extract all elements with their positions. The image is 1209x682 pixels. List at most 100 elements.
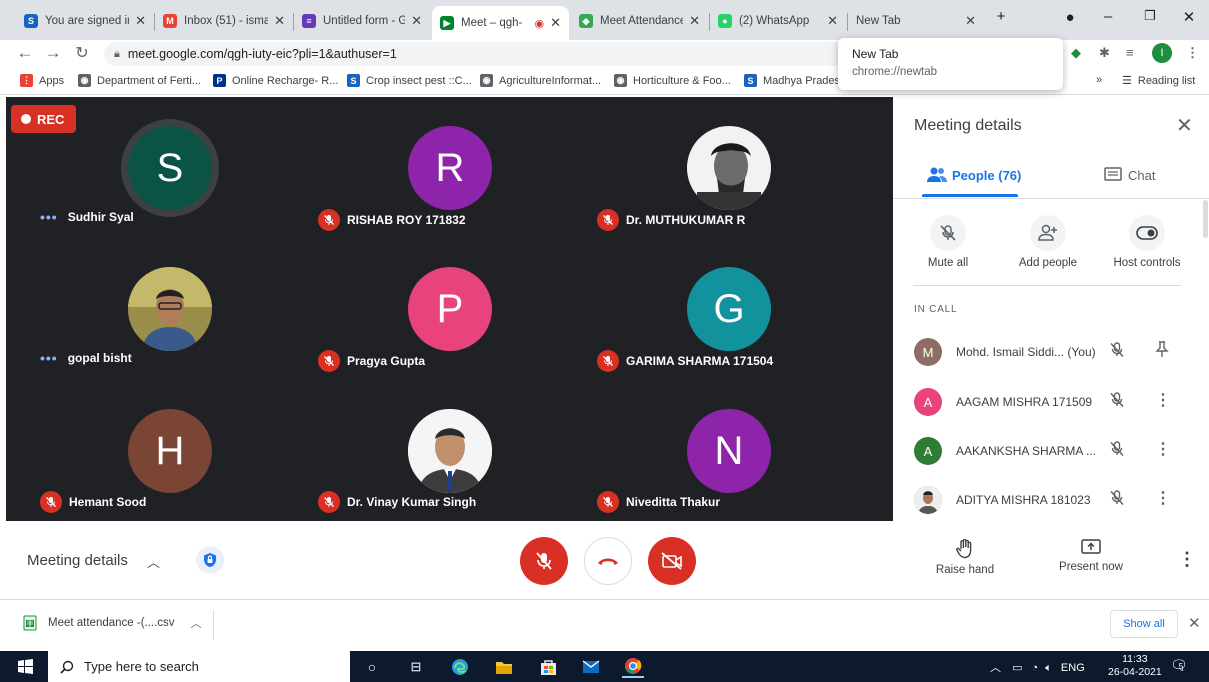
participant-row[interactable]: M Mohd. Ismail Siddi... (You) [893,332,1209,372]
more-options-icon[interactable]: ⋮ [1155,390,1171,410]
task-view-icon[interactable]: ⊟ [405,656,427,678]
participant-row[interactable]: A AAKANKSHA SHARMA ... ⋮ [893,431,1209,471]
tab-2[interactable]: M Inbox (51) - ismai ✕ [155,6,293,36]
download-item[interactable]: Meet attendance -(....csv ︿ [22,615,202,631]
mic-off-icon[interactable] [1108,489,1126,510]
mute-all-button[interactable]: Mute all [900,215,996,269]
close-tab-icon[interactable]: ✕ [550,15,561,31]
close-tab-icon[interactable]: ✕ [827,13,838,29]
add-people-button[interactable]: Add people [1000,215,1096,269]
more-options-icon[interactable]: ⋮ [1155,488,1171,508]
tab-4[interactable]: ▶ Meet – qgh- ◉ ✕ [432,6,569,40]
actions-divider [913,285,1181,286]
rec-label: REC [37,111,65,127]
url-text: meet.google.com/qgh-iuty-eic?pli=1&authu… [127,47,397,61]
store-icon[interactable] [537,656,559,678]
bookmark-item[interactable]: S Madhya Prades [744,74,840,87]
tab-1[interactable]: S You are signed in ✕ [16,6,154,36]
chrome-taskbar-icon[interactable] [622,656,644,678]
participant-name: Pragya Gupta [347,354,426,368]
system-tray: ︿ ▭ ◔ 🔈︎ ENG [990,659,1085,675]
battery-icon[interactable]: ▭ [1012,662,1022,674]
tab-chat[interactable]: Chat [1104,167,1155,183]
download-separator [213,610,214,640]
taskbar-search-box[interactable]: Type here to search [48,651,350,682]
file-explorer-icon[interactable] [493,656,515,678]
reading-list-button[interactable]: ☰ Reading list [1122,74,1195,88]
mic-off-icon[interactable] [1108,391,1126,412]
extensions-puzzle-icon[interactable]: ✱ [1099,45,1110,61]
microphone-toggle-button[interactable] [520,537,568,585]
mic-off-icon [40,491,62,513]
meeting-details-toggle[interactable]: Meeting details [27,552,128,569]
cortana-icon[interactable]: ○ [361,656,383,678]
camera-toggle-button[interactable] [648,537,696,585]
bookmark-item[interactable]: ◉ AgricultureInformat... [480,74,601,87]
shield-lock-icon[interactable] [196,546,224,574]
participant-avatar [914,486,942,514]
bookmarks-overflow-icon[interactable]: » [1096,74,1102,86]
close-tab-icon[interactable]: ✕ [411,13,422,29]
bookmark-item[interactable]: ◉ Horticulture & Foo... [614,74,731,87]
tab-people[interactable]: People (76) [927,167,1021,183]
tab-6[interactable]: ● (2) WhatsApp ✕ [710,6,846,36]
profile-dropdown-icon[interactable]: ● [1056,9,1084,26]
panel-scrollbar[interactable] [1203,200,1208,238]
reload-icon[interactable]: ↻ [71,43,93,63]
mail-icon[interactable] [580,656,602,678]
raise-hand-button[interactable]: Raise hand [930,539,1000,576]
tab-3[interactable]: ≡ Untitled form - G ✕ [294,6,430,36]
toggle-icon [1136,226,1158,240]
show-all-button[interactable]: Show all [1110,610,1178,638]
windows-start-icon[interactable] [18,659,33,677]
people-tab-label: People (76) [952,167,1022,183]
mic-off-icon[interactable] [1108,440,1126,461]
bookmark-label: Madhya Prades [763,74,841,87]
back-icon[interactable]: ← [14,43,36,63]
edge-browser-icon[interactable] [449,656,471,678]
notification-count: 5 [1178,662,1184,671]
close-tab-icon[interactable]: ✕ [274,13,285,29]
bookmark-favicon-icon: ◉ [614,74,627,87]
participant-row[interactable]: ADITYA MISHRA 181023 ⋮ [893,480,1209,520]
language-indicator[interactable]: ENG [1061,662,1085,674]
bookmark-item[interactable]: P Online Recharge- R... [213,74,338,87]
bookmark-item[interactable]: S Crop insect pest ::C... [347,74,472,87]
close-tab-icon[interactable]: ✕ [965,13,976,29]
close-download-bar-icon[interactable]: ✕ [1188,614,1201,632]
chevron-up-icon[interactable]: ︿ [191,615,202,631]
close-tab-icon[interactable]: ✕ [689,13,700,29]
forward-icon[interactable]: → [42,43,64,63]
volume-icon[interactable]: 🔈︎ [1045,662,1052,674]
pin-icon[interactable] [1155,340,1169,363]
system-clock[interactable]: 11:33 26-04-2021 [1108,653,1162,679]
notification-center-icon[interactable]: 🗨︎5 [1170,657,1192,674]
chrome-menu-icon[interactable]: ⋮ [1186,45,1199,61]
tab-5[interactable]: ◆ Meet Attendance ✕ [571,6,708,36]
close-tab-icon[interactable]: ✕ [135,13,146,29]
present-now-button[interactable]: Present now [1055,539,1127,573]
more-options-icon[interactable]: ⋮ [1155,439,1171,459]
more-options-icon[interactable]: ⋮ [1178,549,1196,570]
address-bar[interactable]: 🔒︎ meet.google.com/qgh-iuty-eic?pli=1&au… [104,42,954,66]
media-controls-icon[interactable]: ≡ [1126,45,1134,60]
bookmark-item[interactable]: ◉ Department of Ferti... [78,74,201,87]
bookmark-label: Crop insect pest ::C... [366,74,472,87]
minimize-window-button[interactable]: – [1094,8,1122,25]
profile-avatar[interactable]: I [1152,43,1172,63]
bookmark-item[interactable]: ⋮ Apps [20,74,64,87]
chevron-up-icon[interactable]: ︿ [147,552,160,571]
participant-row[interactable]: A AAGAM MISHRA 171509 ⋮ [893,382,1209,422]
host-controls-button[interactable]: Host controls [1099,215,1195,269]
leave-call-button[interactable] [584,537,632,585]
wifi-icon[interactable]: ◔ [1032,662,1039,674]
new-tab-button[interactable]: + [987,8,1015,25]
present-now-label: Present now [1059,561,1123,573]
close-panel-icon[interactable]: ✕ [1176,113,1193,138]
restore-window-button[interactable]: ❐ [1136,8,1164,24]
close-window-button[interactable]: ✕ [1175,8,1203,26]
tab-7[interactable]: New Tab ✕ [848,6,984,36]
extension-icon[interactable]: ◆ [1071,45,1081,61]
mic-off-icon[interactable] [1108,341,1126,362]
chevron-up-icon[interactable]: ︿ [990,662,1001,674]
